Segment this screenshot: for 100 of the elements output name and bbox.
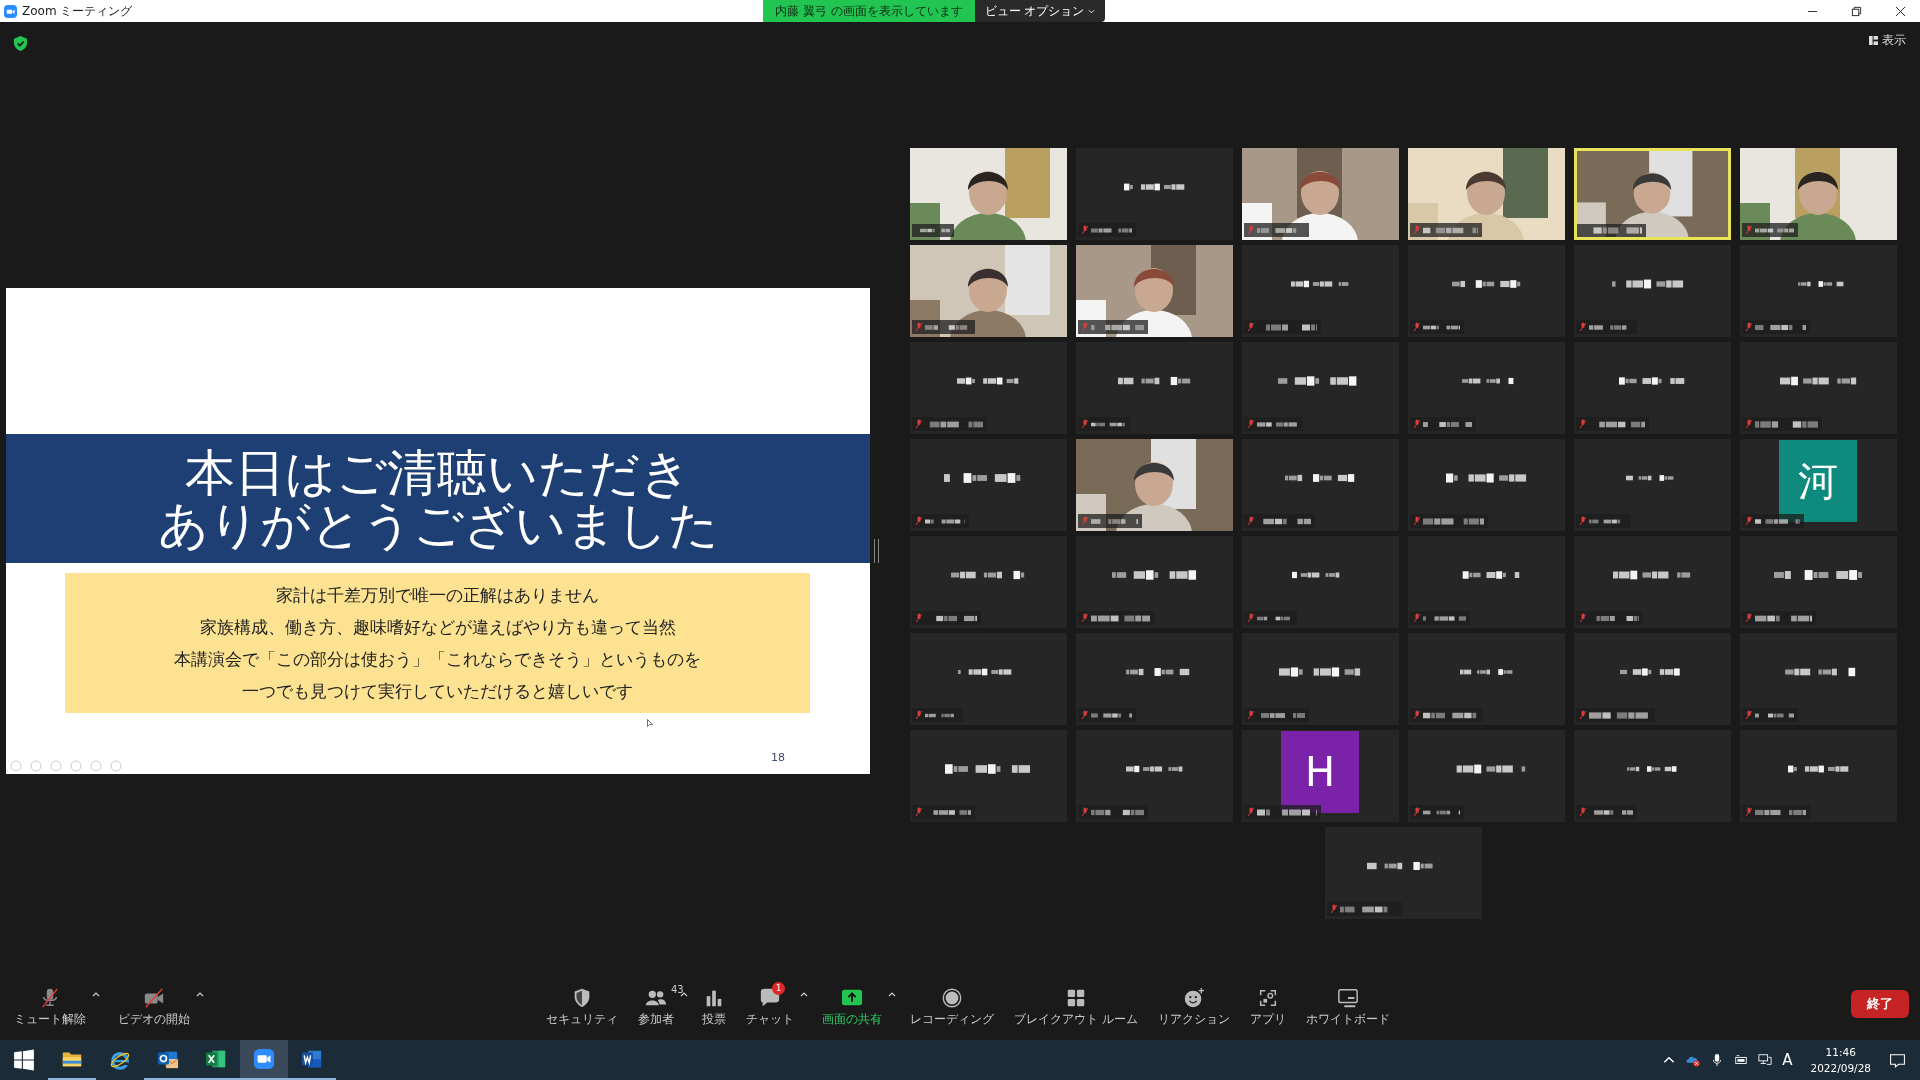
participant-tile[interactable]: [1573, 245, 1731, 337]
participant-tile[interactable]: [909, 730, 1067, 822]
pixelated-name-drawing: [1422, 225, 1478, 235]
muted-mic-icon: [1579, 613, 1586, 623]
polls-button[interactable]: 投票: [696, 981, 732, 1027]
participant-tile[interactable]: [1573, 633, 1731, 725]
participant-tile[interactable]: [909, 342, 1067, 434]
security-button[interactable]: セキュリティ: [540, 981, 624, 1027]
caret-icon[interactable]: [888, 992, 896, 997]
muted-mic-icon: [1247, 419, 1254, 429]
participant-tile[interactable]: [1075, 633, 1233, 725]
participant-tile[interactable]: [1739, 536, 1897, 628]
participant-tile[interactable]: [1407, 730, 1565, 822]
participant-tile[interactable]: [1241, 439, 1399, 531]
participant-tile[interactable]: [1241, 536, 1399, 628]
participant-tile[interactable]: 河: [1739, 439, 1897, 531]
network-icon[interactable]: [1758, 1053, 1773, 1067]
close-icon[interactable]: [1895, 5, 1906, 17]
muted-mic-icon: [915, 322, 922, 332]
start-video-button[interactable]: ビデオの開始: [112, 981, 196, 1027]
input-mode-indicator[interactable]: A: [1782, 1051, 1793, 1069]
muted-mic-icon: [1579, 419, 1586, 429]
video-camera-icon: [253, 1048, 275, 1070]
restore-icon[interactable]: [1851, 5, 1862, 17]
chat-button[interactable]: 1 チャット: [740, 981, 800, 1027]
slide-text: 本講演会で「この部分は使おう」「これならできそう」というものを: [174, 648, 701, 671]
record-button[interactable]: レコーディング: [904, 981, 1000, 1027]
muted-mic-icon: [1745, 225, 1752, 235]
taskbar-app[interactable]: [240, 1040, 288, 1080]
slide-text: 一つでも見つけて実行していただけると嬉しいです: [242, 680, 633, 703]
participant-tile[interactable]: [1241, 342, 1399, 434]
participant-tile[interactable]: [1075, 730, 1233, 822]
end-meeting-button[interactable]: 終了: [1851, 990, 1909, 1018]
participant-tile[interactable]: [1075, 148, 1233, 240]
unmute-button[interactable]: ミュート解除: [8, 981, 92, 1027]
participant-tile[interactable]: [1573, 730, 1731, 822]
participant-tile[interactable]: [1324, 827, 1482, 919]
view-toggle-button[interactable]: 表示: [1869, 32, 1906, 49]
participant-tile[interactable]: [1075, 536, 1233, 628]
participant-tile[interactable]: [1241, 633, 1399, 725]
participant-tile[interactable]: [1407, 245, 1565, 337]
participant-tile[interactable]: [1739, 342, 1897, 434]
participant-tile[interactable]: [909, 633, 1067, 725]
apps-button[interactable]: アプリ: [1243, 981, 1292, 1027]
share-button[interactable]: 画面の共有: [816, 981, 888, 1027]
clock-date[interactable]: 2022/09/28: [1810, 1060, 1871, 1076]
view-options-button[interactable]: ビュー オプション: [974, 0, 1106, 22]
muted-mic-icon: [1745, 419, 1752, 429]
muted-mic-icon: [1745, 710, 1752, 720]
muted-mic-icon: [1413, 419, 1420, 429]
split-handle[interactable]: [874, 539, 879, 563]
pixelated-name-drawing: [1459, 666, 1513, 678]
muted-mic-icon: [1579, 516, 1586, 526]
participant-tile[interactable]: [909, 439, 1067, 531]
video-off-icon: [143, 987, 165, 1009]
clock-time[interactable]: 11:46: [1825, 1044, 1856, 1060]
caret-icon[interactable]: [680, 992, 688, 997]
muted-mic-icon: [1579, 807, 1586, 817]
pixelated-name-drawing: [1619, 375, 1685, 387]
caret-icon[interactable]: [92, 992, 100, 997]
pixelated-name-drawing: [1754, 419, 1818, 429]
muted-mic-icon: [1413, 613, 1420, 623]
participant-tile[interactable]: [1739, 245, 1897, 337]
participant-tile[interactable]: [1573, 439, 1731, 531]
avatar-initial: 河: [1798, 456, 1838, 506]
shield-icon[interactable]: [14, 36, 27, 51]
participant-tile[interactable]: [1573, 342, 1731, 434]
participant-tile[interactable]: [1739, 633, 1897, 725]
participant-tile[interactable]: [1407, 342, 1565, 434]
browser-icon: [109, 1049, 131, 1071]
caret-icon[interactable]: [800, 992, 808, 997]
muted-mic-icon: [1579, 322, 1586, 332]
notification-icon[interactable]: [1889, 1051, 1906, 1069]
breakout-button[interactable]: ブレイクアウト ルーム: [1008, 981, 1144, 1027]
pixelated-name-drawing: [1787, 763, 1849, 775]
participant-tile[interactable]: [1241, 245, 1399, 337]
muted-mic-icon: [1579, 710, 1586, 720]
smiley-icon: [1182, 987, 1205, 1009]
participant-count: 43: [671, 984, 684, 995]
sharing-banner: 内藤 翼弓 の画面を表示しています: [763, 0, 975, 22]
participant-tile[interactable]: [909, 536, 1067, 628]
participant-tile[interactable]: [1739, 730, 1897, 822]
participant-tile[interactable]: [1573, 536, 1731, 628]
participant-tile[interactable]: H: [1241, 730, 1399, 822]
muted-mic-icon: [915, 613, 922, 623]
muted-mic-icon: [1745, 516, 1752, 526]
slide-text: 家族構成、働き方、趣味嗜好などが違えばやり方も違って当然: [199, 616, 676, 639]
reactions-button[interactable]: リアクション: [1151, 981, 1236, 1027]
whiteboard-button[interactable]: ホワイトボード: [1299, 981, 1396, 1027]
caret-icon[interactable]: [196, 992, 204, 997]
participant-tile[interactable]: [1407, 536, 1565, 628]
participant-tile[interactable]: [1407, 633, 1565, 725]
battery-icon[interactable]: [1734, 1053, 1749, 1067]
whiteboard-icon: [1336, 987, 1359, 1009]
muted-mic-icon: [1081, 710, 1088, 720]
participant-tile[interactable]: [1075, 342, 1233, 434]
participant-tile[interactable]: [1407, 439, 1565, 531]
pixelated-name-drawing: [1125, 763, 1183, 775]
pixelated-name-drawing: [1256, 807, 1317, 817]
muted-mic-icon: [915, 807, 922, 817]
